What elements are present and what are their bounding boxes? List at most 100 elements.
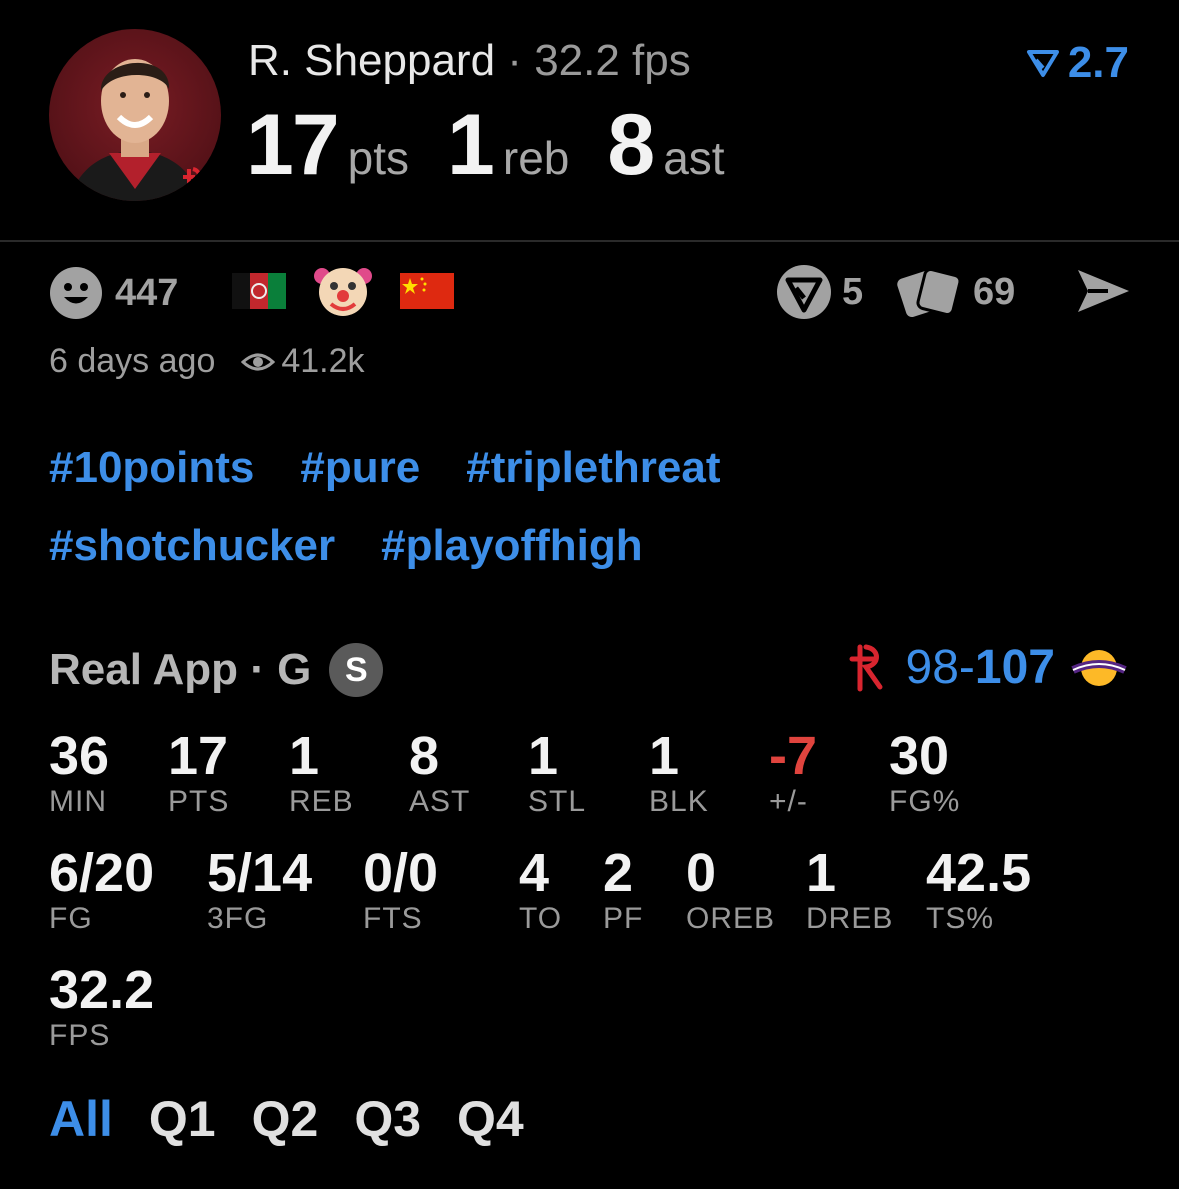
hashtag[interactable]: #playoffhigh [381,521,643,570]
stat-label: PTS [168,785,230,818]
stat-value: 0 [686,843,717,903]
stat-to: 4 TO [519,844,562,936]
stat-value: 1 [289,726,320,786]
stat-value: 42.5 [926,843,1032,903]
stat-fg-pct: 30 FG% [889,727,960,819]
game-label-text: Real App · G [49,645,312,694]
stat-pts: 17 PTS [168,727,229,819]
stat-label: MIN [49,785,107,818]
stat-value: 8 [409,726,440,786]
headline-rebounds-unit: reb [502,132,570,184]
stat-label: FG% [889,785,961,818]
away-score: 107 [974,641,1055,694]
tab-q4[interactable]: Q4 [457,1091,524,1147]
stat-oreb: 0 OREB [686,844,775,936]
stat-reb: 1 REB [289,727,354,819]
period-tabs: All Q1 Q2 Q3 Q4 [49,1090,560,1148]
hashtag[interactable]: #triplethreat [466,443,720,492]
stat-value: 32.2 [49,960,155,1020]
stat-value: 30 [889,726,950,786]
hashtag[interactable]: #pure [300,443,420,492]
stat-value: 1 [528,726,559,786]
stat-value: 4 [519,843,550,903]
vote-count: 5 [842,270,864,313]
separator-dot: · [507,36,522,85]
hashtag-row-2: #shotchucker #playoffhigh [49,521,689,571]
headline-rebounds-value: 1 [447,97,495,193]
headline-assists-value: 8 [607,97,655,193]
vote-button[interactable]: 5 [776,264,863,320]
rating-triangle-icon [1026,50,1059,77]
cards-icon [897,268,962,318]
game-score[interactable]: 98-107 [846,640,1129,695]
stat-value: 1 [806,843,837,903]
hashtag-row-1: #10points #pure #triplethreat [49,443,767,493]
rockets-logo-icon [849,644,883,691]
stat-label: FG [49,902,93,935]
tab-q2[interactable]: Q2 [252,1091,319,1147]
stat-min: 36 MIN [49,727,109,819]
clown-emoji-icon[interactable] [314,264,372,323]
stat-label: REB [289,785,354,818]
stat-label: BLK [649,785,709,818]
share-send-icon[interactable] [1074,266,1132,321]
headline-points-value: 17 [246,97,340,193]
cards-button[interactable]: 69 [897,266,1015,318]
hashtag[interactable]: #shotchucker [49,521,335,570]
time-ago: 6 days ago [49,342,216,380]
stat-value: -7 [769,726,818,786]
stat-label: TS% [926,902,995,935]
stat-label: FTS [363,902,423,935]
cards-count: 69 [973,270,1016,313]
stat-label: DREB [806,902,894,935]
stat-label: OREB [686,902,776,935]
stat-ast: 8 AST [409,727,470,819]
rating-value: 2.7 [1067,38,1129,87]
smiley-count: 447 [115,271,179,314]
tab-q1[interactable]: Q1 [149,1091,216,1147]
header-divider [0,240,1179,242]
player-avatar[interactable] [49,29,221,201]
lakers-logo-icon [1071,649,1127,686]
china-flag[interactable] [400,273,454,314]
stat-value: 6/20 [49,843,155,903]
stat-value: 2 [603,843,634,903]
stat-label: +/- [769,785,808,818]
game-source-label: Real App · G S [49,643,384,697]
post-meta: 6 days ago 41.2k [49,342,365,381]
stat-3fg: 5/14 3FG [207,844,312,936]
stat-fps: 32.2 FPS [49,961,154,1053]
stat-label: STL [528,785,587,818]
stat-label: PF [603,902,644,935]
stat-label: 3FG [207,902,269,935]
hashtag[interactable]: #10points [49,443,254,492]
view-count: 41.2k [281,342,365,380]
starter-badge: S [329,643,384,697]
stat-stl: 1 STL [528,727,586,819]
stat-plus-minus: -7 +/- [769,727,817,819]
vote-triangle-icon [777,265,831,319]
stat-pf: 2 PF [603,844,643,936]
headline-assists-unit: ast [663,132,725,184]
stat-label: TO [519,902,563,935]
player-name[interactable]: R. Sheppard [248,36,495,85]
stat-fts: 0/0 FTS [363,844,438,936]
home-score: 98 [905,641,959,694]
player-title-line: R. Sheppard · 32.2 fps [248,36,691,86]
stat-label: AST [409,785,471,818]
afghanistan-flag[interactable] [232,273,286,314]
tab-q3[interactable]: Q3 [354,1091,421,1147]
stat-blk: 1 BLK [649,727,709,819]
stat-value: 17 [168,726,229,786]
stat-dreb: 1 DREB [806,844,893,936]
smiley-icon [50,267,102,319]
fps-summary: 32.2 fps [534,36,691,85]
stat-ts-pct: 42.5 TS% [926,844,1031,936]
tab-all[interactable]: All [49,1091,113,1147]
rating-badge[interactable]: 2.7 [1026,38,1129,88]
headline-stats: 17 pts 1 reb 8 ast [246,96,763,195]
stat-value: 0/0 [363,843,439,903]
headline-points-unit: pts [347,132,410,184]
smiley-reaction[interactable]: 447 [49,266,178,320]
stat-value: 1 [649,726,680,786]
